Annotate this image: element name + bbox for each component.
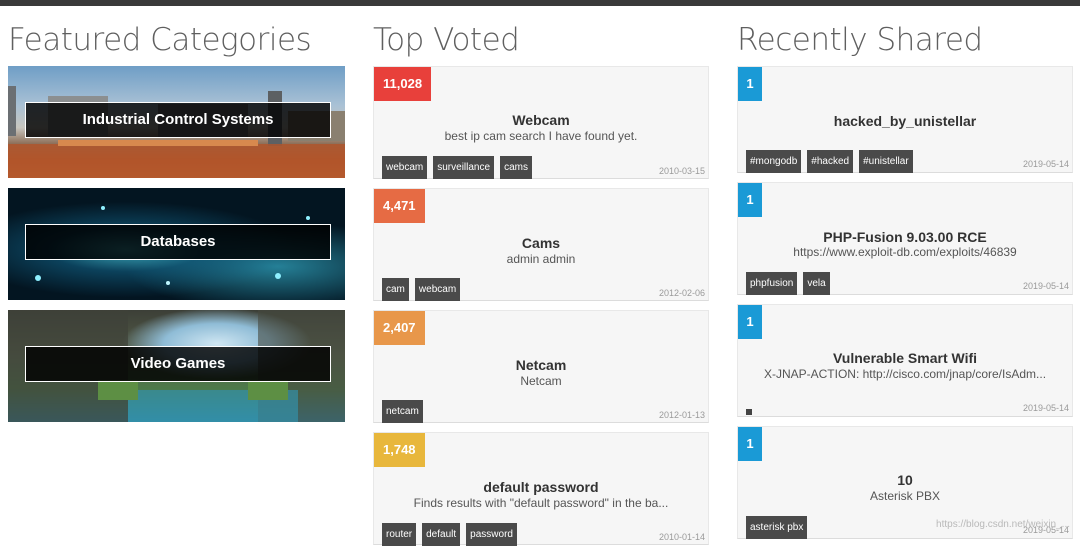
tag-list: asterisk pbx xyxy=(746,516,808,539)
tag-list: phpfusion vela xyxy=(746,272,830,295)
card-title[interactable]: hacked_by_unistellar xyxy=(738,113,1072,129)
card-title[interactable]: Webcam xyxy=(374,112,708,128)
card-date: 2019-05-14 xyxy=(1022,281,1069,291)
tag[interactable]: webcam xyxy=(382,156,428,179)
card-date: 2012-02-06 xyxy=(658,288,705,298)
vote-count-badge: 1,748 xyxy=(374,433,425,467)
card-title[interactable]: PHP-Fusion 9.03.00 RCE xyxy=(738,229,1072,245)
vote-count-badge: 11,028 xyxy=(374,67,432,101)
card-title[interactable]: Cams xyxy=(374,235,708,251)
tag-list: cam webcam xyxy=(382,278,461,301)
top-voted-card[interactable]: 4,471 Cams admin admin cam webcam 2012-0… xyxy=(373,188,709,301)
top-voted-card[interactable]: 2,407 Netcam Netcam netcam 2012-01-13 xyxy=(373,310,709,423)
share-count-badge: 1 xyxy=(738,67,762,101)
card-date: 2010-01-14 xyxy=(658,532,705,542)
tag[interactable]: #hacked xyxy=(807,150,854,173)
card-description: Finds results with "default password" in… xyxy=(413,496,669,510)
tag[interactable]: cam xyxy=(382,278,409,301)
card-description: admin admin xyxy=(506,252,576,266)
card-description: X-JNAP-ACTION: http://cisco.com/jnap/cor… xyxy=(763,367,1047,381)
card-date: 2019-05-14 xyxy=(1022,159,1069,169)
recently-shared-card[interactable]: 1 10 Asterisk PBX asterisk pbx 2019-05-1… xyxy=(737,426,1073,539)
category-label: Video Games xyxy=(25,346,331,382)
empty-tag-marker xyxy=(746,409,752,415)
tag[interactable]: asterisk pbx xyxy=(746,516,808,539)
card-description: https://www.exploit-db.com/exploits/4683… xyxy=(793,245,1017,259)
tag[interactable]: #mongodb xyxy=(746,150,802,173)
recently-shared-card[interactable]: 1 Vulnerable Smart Wifi X-JNAP-ACTION: h… xyxy=(737,304,1073,417)
card-description: Netcam xyxy=(520,374,562,388)
vote-count-badge: 4,471 xyxy=(374,189,425,223)
card-description: best ip cam search I have found yet. xyxy=(444,129,638,143)
card-date: 2019-05-14 xyxy=(1022,403,1069,413)
card-title[interactable]: default password xyxy=(374,479,708,495)
top-voted-heading: Top Voted xyxy=(373,22,520,58)
tag-list: #mongodb #hacked #unistellar xyxy=(746,150,913,173)
category-label: Databases xyxy=(25,224,331,260)
tag[interactable]: default xyxy=(422,523,461,546)
card-title[interactable]: Netcam xyxy=(374,357,708,373)
category-industrial-control-systems[interactable]: Industrial Control Systems xyxy=(8,66,345,178)
card-description: Asterisk PBX xyxy=(869,489,941,503)
tag[interactable]: netcam xyxy=(382,400,423,423)
top-voted-card[interactable]: 1,748 default password Finds results wit… xyxy=(373,432,709,546)
top-bar xyxy=(0,0,1080,6)
card-title[interactable]: 10 xyxy=(738,472,1072,488)
category-label: Industrial Control Systems xyxy=(25,102,331,138)
card-date: 2012-01-13 xyxy=(658,410,705,420)
tag[interactable]: password xyxy=(466,523,517,546)
category-video-games[interactable]: Video Games xyxy=(8,310,345,422)
tag[interactable]: #unistellar xyxy=(859,150,913,173)
recently-shared-column: Recently Shared xyxy=(737,20,983,66)
share-count-badge: 1 xyxy=(738,183,762,217)
share-count-badge: 1 xyxy=(738,305,762,339)
recently-shared-heading: Recently Shared xyxy=(737,22,983,58)
featured-categories-column: Featured Categories xyxy=(8,20,312,66)
tag[interactable]: surveillance xyxy=(433,156,495,179)
vote-count-badge: 2,407 xyxy=(374,311,425,345)
recently-shared-card[interactable]: 1 hacked_by_unistellar #mongodb #hacked … xyxy=(737,66,1073,173)
category-databases[interactable]: Databases xyxy=(8,188,345,300)
featured-categories-heading: Featured Categories xyxy=(8,22,312,58)
top-voted-card[interactable]: 11,028 Webcam best ip cam search I have … xyxy=(373,66,709,179)
top-voted-column: Top Voted xyxy=(373,20,520,66)
tag[interactable]: cams xyxy=(500,156,532,179)
tag[interactable]: vela xyxy=(803,272,830,295)
card-title[interactable]: Vulnerable Smart Wifi xyxy=(738,350,1072,366)
recently-shared-card[interactable]: 1 PHP-Fusion 9.03.00 RCE https://www.exp… xyxy=(737,182,1073,295)
tag[interactable]: router xyxy=(382,523,417,546)
tag-list: netcam xyxy=(382,400,423,423)
card-date: 2010-03-15 xyxy=(658,166,705,176)
tag-list: webcam surveillance cams xyxy=(382,156,532,179)
share-count-badge: 1 xyxy=(738,427,762,461)
tag-list: router default password xyxy=(382,523,517,546)
watermark-text: https://blog.csdn.net/weixin_... xyxy=(936,519,1070,530)
tag[interactable]: webcam xyxy=(414,278,461,301)
tag[interactable]: phpfusion xyxy=(746,272,798,295)
